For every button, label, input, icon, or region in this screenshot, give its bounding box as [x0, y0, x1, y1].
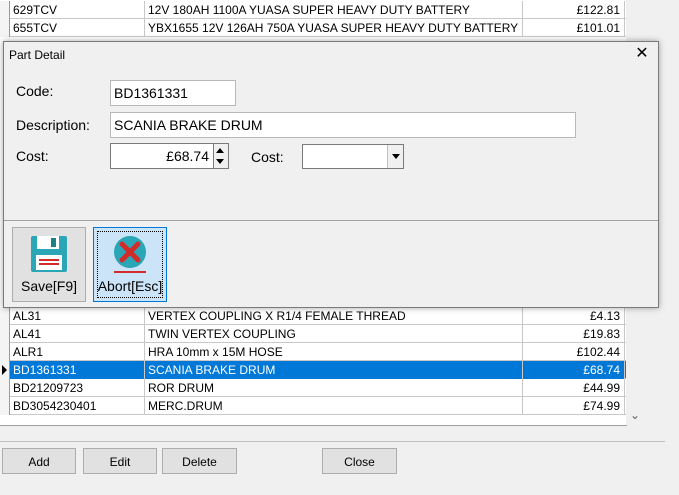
- row-code: BD1361331: [10, 360, 145, 379]
- row-code: AL31: [10, 306, 145, 325]
- row-code: ALR1: [10, 342, 145, 361]
- spin-down-arrow-icon[interactable]: [216, 159, 224, 164]
- row-indicator[interactable]: [0, 360, 10, 379]
- row-cost: £102.44: [523, 342, 625, 361]
- row-cost: £74.99: [523, 396, 625, 415]
- abort-button[interactable]: Abort[Esc]: [93, 227, 167, 302]
- save-button-label: Save[F9]: [20, 278, 78, 294]
- cost-spinner[interactable]: [214, 143, 229, 169]
- table-row[interactable]: BD21209723 ROR DRUM £44.99: [0, 378, 626, 397]
- code-field[interactable]: BD1361331: [110, 80, 236, 106]
- row-indicator[interactable]: [0, 378, 10, 397]
- red-x-circle-icon: [114, 236, 146, 273]
- cost-label: Cost:: [16, 148, 49, 164]
- row-description: VERTEX COUPLING X R1/4 FEMALE THREAD: [145, 306, 523, 325]
- row-code: AL41: [10, 324, 145, 343]
- row-description: MERC.DRUM: [145, 396, 523, 415]
- floppy-disk-icon: [31, 236, 67, 272]
- row-indicator[interactable]: [0, 324, 10, 343]
- row-cost: £44.99: [523, 378, 625, 397]
- row-cost: £68.74: [523, 360, 625, 379]
- scroll-down-arrow-icon[interactable]: ⌄: [630, 409, 640, 421]
- row-description: SCANIA BRAKE DRUM: [145, 360, 523, 379]
- description-label: Description:: [16, 117, 90, 133]
- close-button[interactable]: Close: [322, 448, 397, 474]
- row-code: 629TCV: [10, 0, 145, 19]
- row-cost: £122.81: [523, 0, 625, 19]
- spin-up-arrow-icon[interactable]: [216, 148, 224, 153]
- row-cost: £19.83: [523, 324, 625, 343]
- row-description: ROR DRUM: [145, 378, 523, 397]
- dialog-title: Part Detail: [9, 48, 66, 62]
- add-button[interactable]: Add: [2, 448, 76, 474]
- table-row[interactable]: BD3054230401 MERC.DRUM £74.99: [0, 396, 626, 415]
- current-row-arrow-icon: [2, 364, 7, 375]
- row-description: HRA 10mm x 15M HOSE: [145, 342, 523, 361]
- chevron-down-icon: [392, 154, 400, 159]
- row-cost: £101.01: [523, 18, 625, 37]
- edit-button[interactable]: Edit: [83, 448, 157, 474]
- button-bar-divider: [0, 441, 665, 442]
- description-field[interactable]: SCANIA BRAKE DRUM: [110, 112, 576, 138]
- dialog-divider: [4, 220, 658, 221]
- row-indicator[interactable]: [0, 18, 10, 37]
- dropdown-button[interactable]: [387, 145, 403, 168]
- save-button[interactable]: Save[F9]: [12, 227, 86, 302]
- row-description: 12V 180AH 1100A YUASA SUPER HEAVY DUTY B…: [145, 0, 523, 19]
- cost-field[interactable]: £68.74: [110, 143, 214, 169]
- delete-button[interactable]: Delete: [162, 448, 237, 474]
- row-description: YBX1655 12V 126AH 750A YUASA SUPER HEAVY…: [145, 18, 523, 37]
- table-row[interactable]: 629TCV 12V 180AH 1100A YUASA SUPER HEAVY…: [0, 0, 626, 19]
- row-description: TWIN VERTEX COUPLING: [145, 324, 523, 343]
- abort-button-label: Abort[Esc]: [97, 278, 163, 294]
- row-code: 655TCV: [10, 18, 145, 37]
- table-row[interactable]: AL31 VERTEX COUPLING X R1/4 FEMALE THREA…: [0, 306, 626, 325]
- row-indicator[interactable]: [0, 342, 10, 361]
- row-indicator[interactable]: [0, 306, 10, 325]
- table-row[interactable]: AL41 TWIN VERTEX COUPLING £19.83: [0, 324, 626, 343]
- row-code: BD21209723: [10, 378, 145, 397]
- dialog-close-icon[interactable]: ✕: [632, 45, 652, 63]
- table-row[interactable]: 655TCV YBX1655 12V 126AH 750A YUASA SUPE…: [0, 18, 626, 37]
- code-label: Code:: [16, 83, 54, 99]
- row-code: BD3054230401: [10, 396, 145, 415]
- part-detail-dialog: Part Detail ✕ Code: BD1361331 Descriptio…: [3, 41, 659, 308]
- table-row[interactable]: ALR1 HRA 10mm x 15M HOSE £102.44: [0, 342, 626, 361]
- row-cost: £4.13: [523, 306, 625, 325]
- row-indicator[interactable]: [0, 0, 10, 19]
- cost-dropdown[interactable]: [302, 144, 404, 169]
- row-indicator[interactable]: [0, 396, 10, 415]
- cost2-label: Cost:: [251, 149, 284, 165]
- table-row-selected[interactable]: BD1361331 SCANIA BRAKE DRUM £68.74: [0, 360, 626, 379]
